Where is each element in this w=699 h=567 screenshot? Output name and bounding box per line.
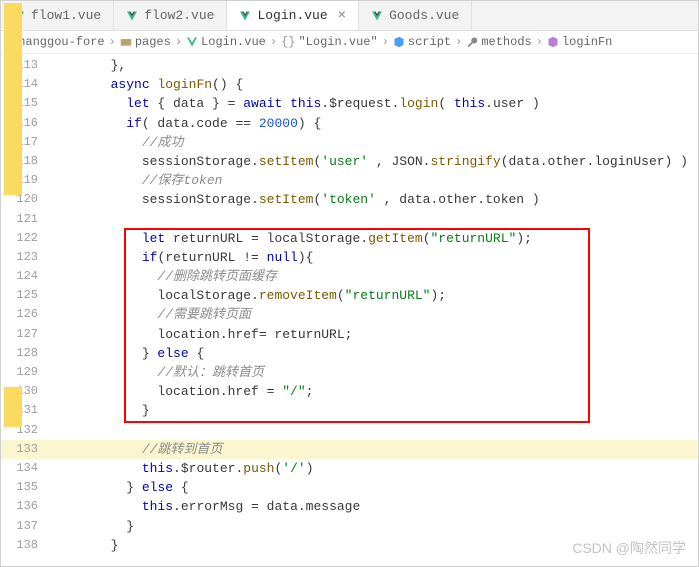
code-line: //需要跳转页面 <box>56 305 698 324</box>
code-line: sessionStorage.setItem('token' , data.ot… <box>56 190 698 209</box>
breadcrumb-item[interactable]: {}"Login.vue" <box>281 35 378 49</box>
folder-icon <box>120 36 132 48</box>
breadcrumb: changgou-fore › pages › Login.vue › {}"L… <box>1 31 698 54</box>
chevron-right-icon: › <box>455 35 462 49</box>
code-line-highlighted: //跳转到首页 <box>56 440 698 459</box>
cube-icon <box>547 36 559 48</box>
code-line: sessionStorage.setItem('user' , JSON.str… <box>56 152 698 171</box>
code-line: location.href = "/"; <box>56 382 698 401</box>
code-line: } else { <box>56 478 698 497</box>
cube-icon <box>393 36 405 48</box>
chevron-right-icon: › <box>382 35 389 49</box>
vue-icon <box>126 10 138 22</box>
breadcrumb-item[interactable]: script <box>393 35 451 49</box>
vue-icon <box>239 10 251 22</box>
code-editor[interactable]: 1131141151161171181191201211221231241251… <box>1 54 698 563</box>
editor-tabs: flow1.vue flow2.vue Login.vue × Goods.vu… <box>1 1 698 31</box>
code-line: this.errorMsg = data.message <box>56 497 698 516</box>
tab-login[interactable]: Login.vue × <box>227 1 359 30</box>
chevron-right-icon: › <box>270 35 277 49</box>
code-line: //成功 <box>56 133 698 152</box>
breadcrumb-item[interactable]: Login.vue <box>186 35 266 49</box>
code-line: } else { <box>56 344 698 363</box>
code-line <box>56 421 698 440</box>
code-line: } <box>56 401 698 420</box>
code-line: async loginFn() { <box>56 75 698 94</box>
tab-label: flow2.vue <box>144 8 214 23</box>
close-icon[interactable]: × <box>338 8 346 24</box>
tab-label: Login.vue <box>257 8 327 23</box>
code-line: location.href= returnURL; <box>56 325 698 344</box>
code-line: //删除跳转页面缓存 <box>56 267 698 286</box>
tab-goods[interactable]: Goods.vue <box>359 1 472 30</box>
line-gutter: 1131141151161171181191201211221231241251… <box>1 54 56 563</box>
code-line: localStorage.removeItem("returnURL"); <box>56 286 698 305</box>
code-line: //默认：跳转首页 <box>56 363 698 382</box>
watermark: CSDN @陶然同学 <box>572 538 686 558</box>
chevron-right-icon: › <box>536 35 543 49</box>
code-line: this.$router.push('/') <box>56 459 698 478</box>
code-line: }, <box>56 56 698 75</box>
breadcrumb-item[interactable]: pages <box>120 35 171 49</box>
wrench-icon <box>466 36 478 48</box>
tab-label: flow1.vue <box>31 8 101 23</box>
code-line: } <box>56 517 698 536</box>
vue-icon <box>186 36 198 48</box>
code-area[interactable]: }, async loginFn() { let { data } = awai… <box>56 54 698 563</box>
vue-icon <box>371 10 383 22</box>
code-line: if( data.code == 20000) { <box>56 114 698 133</box>
code-line: if(returnURL != null){ <box>56 248 698 267</box>
chevron-right-icon: › <box>175 35 182 49</box>
breadcrumb-item[interactable]: changgou-fore <box>11 35 105 49</box>
code-line <box>56 210 698 229</box>
breadcrumb-item[interactable]: loginFn <box>547 35 612 49</box>
code-line: //保存token <box>56 171 698 190</box>
tab-flow2[interactable]: flow2.vue <box>114 1 227 30</box>
chevron-right-icon: › <box>109 35 116 49</box>
tab-label: Goods.vue <box>389 8 459 23</box>
code-line: let returnURL = localStorage.getItem("re… <box>56 229 698 248</box>
code-line: let { data } = await this.$request.login… <box>56 94 698 113</box>
breadcrumb-item[interactable]: methods <box>466 35 531 49</box>
